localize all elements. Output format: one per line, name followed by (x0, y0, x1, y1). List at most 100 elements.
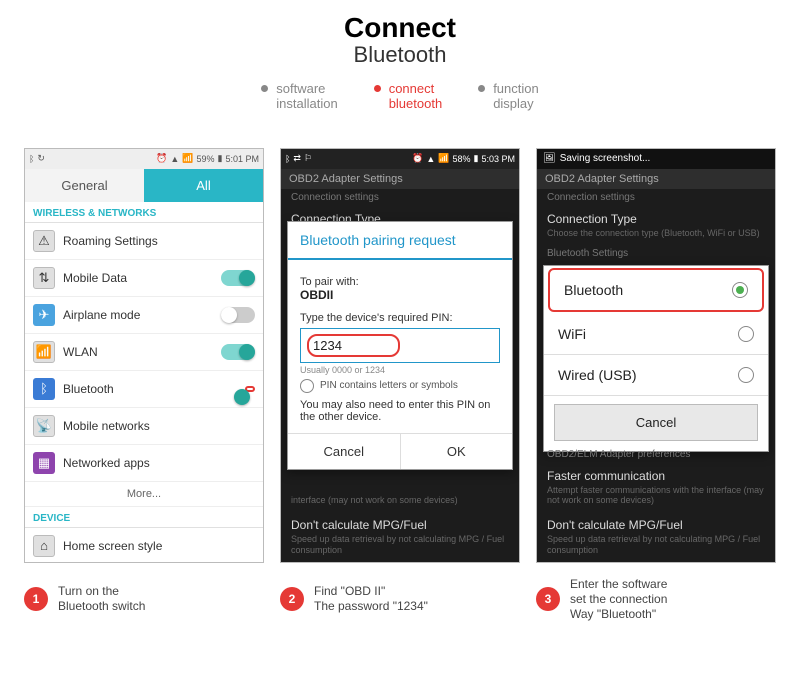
row-mobile-networks[interactable]: 📡 Mobile networks (25, 408, 263, 445)
step-number-3: 3 (536, 587, 560, 611)
signal-icon: 📶 (438, 153, 449, 164)
steps-nav: softwareinstallation connectbluetooth fu… (0, 82, 800, 112)
wifi-icon: ▲ (170, 154, 179, 164)
status-bar: ᛒ ⇄ ⚐ ⏰ ▲ 📶 58% ▮ 5:03 PM (281, 149, 519, 169)
flag-icon: ⚐ (304, 153, 312, 164)
tab-all[interactable]: All (144, 169, 263, 202)
battery-text: 58% (453, 154, 471, 164)
mobile-data-toggle[interactable] (221, 270, 255, 286)
radio-selected-icon (732, 282, 748, 298)
option-bluetooth[interactable]: Bluetooth (548, 268, 764, 312)
apps-icon: ▦ (33, 452, 55, 474)
airplane-toggle[interactable] (221, 307, 255, 323)
phone-panels: ᛒ ↻ ⏰ ▲ 📶 59% ▮ 5:01 PM General All WIRE… (0, 148, 800, 563)
antenna-icon: 📡 (33, 415, 55, 437)
battery-icon: ▮ (218, 153, 223, 164)
highlight-bluetooth-toggle (245, 386, 255, 392)
battery-text: 59% (197, 154, 215, 164)
option-wired[interactable]: Wired (USB) (544, 355, 768, 396)
sync-icon: ↻ (37, 153, 45, 164)
screen-title: OBD2 Adapter Settings (281, 169, 519, 189)
row-networked-apps[interactable]: ▦ Networked apps (25, 445, 263, 482)
wlan-toggle[interactable] (221, 344, 255, 360)
cancel-button[interactable]: Cancel (554, 404, 758, 441)
section-device: DEVICE (25, 507, 263, 528)
title: Connect (0, 14, 800, 42)
row-airplane[interactable]: ✈ Airplane mode (25, 297, 263, 334)
dark-screen: OBD2 Adapter Settings Connection setting… (281, 169, 519, 562)
pin-note: You may also need to enter this PIN on t… (300, 399, 500, 423)
clock-text: 5:03 PM (481, 154, 515, 164)
phone-3-connection-type: 🖼 Saving screenshot... OBD2 Adapter Sett… (536, 148, 776, 563)
phone-2-pairing: ᛒ ⇄ ⚐ ⏰ ▲ 📶 58% ▮ 5:03 PM OBD2 Adapter S… (280, 148, 520, 563)
row-mobile-data[interactable]: ⇅ Mobile Data (25, 260, 263, 297)
dot-icon (374, 85, 381, 92)
status-bar: ᛒ ↻ ⏰ ▲ 📶 59% ▮ 5:01 PM (25, 149, 263, 169)
home-icon: ⌂ (33, 535, 55, 557)
nav-function-display[interactable]: functiondisplay (478, 82, 539, 112)
dot-icon (478, 85, 485, 92)
bluetooth-icon: ᛒ (33, 378, 55, 400)
subtitle: Bluetooth (0, 42, 800, 68)
radio-icon (738, 367, 754, 383)
caption-3: 3 Enter the softwareset the connectionWa… (536, 577, 776, 622)
pin-label: Type the device's required PIN: (300, 312, 500, 324)
pin-input[interactable]: 1234 (300, 328, 500, 363)
wifi-icon: ▲ (426, 154, 435, 164)
row-bg-2: Don't calculate MPG/Fuel Speed up data r… (537, 512, 775, 562)
signal-icon: 📶 (182, 153, 193, 164)
ok-button[interactable]: OK (400, 434, 513, 469)
pair-with-value: OBDII (300, 288, 500, 302)
airplane-icon: ✈ (33, 304, 55, 326)
pin-hint: Usually 0000 or 1234 (300, 365, 500, 375)
section-label: Connection settings (537, 189, 775, 206)
alarm-icon: ⏰ (412, 153, 423, 164)
dot-icon (261, 85, 268, 92)
row-bg-0: OBD2/ELM Adapter preferences (537, 446, 775, 463)
bluetooth-icon: ᛒ (29, 154, 34, 164)
caption-1: 1 Turn on theBluetooth switch (24, 577, 264, 622)
option-wifi[interactable]: WiFi (544, 314, 768, 355)
step-number-1: 1 (24, 587, 48, 611)
highlight-pin: 1234 (307, 334, 400, 357)
row-bluetooth[interactable]: ᛒ Bluetooth (25, 371, 263, 408)
step-number-2: 2 (280, 587, 304, 611)
caption-2: 2 Find "OBD II"The password "1234" (280, 577, 520, 622)
nav-software-installation[interactable]: softwareinstallation (261, 82, 337, 112)
section-bt-settings: Bluetooth Settings (537, 245, 775, 262)
row-bg-2: Don't calculate MPG/Fuel Speed up data r… (281, 512, 519, 562)
row-more[interactable]: More... (25, 482, 263, 507)
cancel-button[interactable]: Cancel (288, 434, 400, 469)
row-bg-1: Faster communication Attempt faster comm… (537, 463, 775, 513)
pin-letters-checkbox[interactable]: PIN contains letters or symbols (300, 379, 500, 393)
radio-icon (738, 326, 754, 342)
link-icon: ⇄ (293, 153, 301, 164)
row-connection-type[interactable]: Connection Type Choose the connection ty… (537, 206, 775, 245)
battery-icon: ▮ (474, 153, 479, 164)
section-label: Connection settings (281, 189, 519, 206)
pairing-dialog: Bluetooth pairing request To pair with: … (287, 221, 513, 470)
saving-banner: 🖼 Saving screenshot... (537, 149, 775, 169)
row-wlan[interactable]: 📶 WLAN (25, 334, 263, 371)
row-home-screen[interactable]: ⌂ Home screen style (25, 528, 263, 563)
row-bg-1: interface (may not work on some devices) (281, 487, 519, 512)
nav-connect-bluetooth[interactable]: connectbluetooth (374, 82, 443, 112)
page-header: Connect Bluetooth (0, 0, 800, 68)
wifi-icon: 📶 (33, 341, 55, 363)
image-icon: 🖼 (543, 153, 556, 164)
screen-title: OBD2 Adapter Settings (537, 169, 775, 189)
mobile-data-icon: ⇅ (33, 267, 55, 289)
connection-type-dialog: Bluetooth WiFi Wired (USB) Cancel (543, 265, 769, 452)
roaming-icon: ⚠ (33, 230, 55, 252)
tabs: General All (25, 169, 263, 202)
clock-text: 5:01 PM (225, 154, 259, 164)
row-roaming[interactable]: ⚠ Roaming Settings (25, 223, 263, 260)
dialog-title: Bluetooth pairing request (288, 222, 512, 260)
checkbox-icon (300, 379, 314, 393)
alarm-icon: ⏰ (156, 153, 167, 164)
phone-1-settings: ᛒ ↻ ⏰ ▲ 📶 59% ▮ 5:01 PM General All WIRE… (24, 148, 264, 563)
bluetooth-icon: ᛒ (285, 154, 290, 164)
pair-with-label: To pair with: (300, 276, 500, 288)
tab-general[interactable]: General (25, 169, 144, 202)
captions: 1 Turn on theBluetooth switch 2 Find "OB… (0, 577, 800, 622)
